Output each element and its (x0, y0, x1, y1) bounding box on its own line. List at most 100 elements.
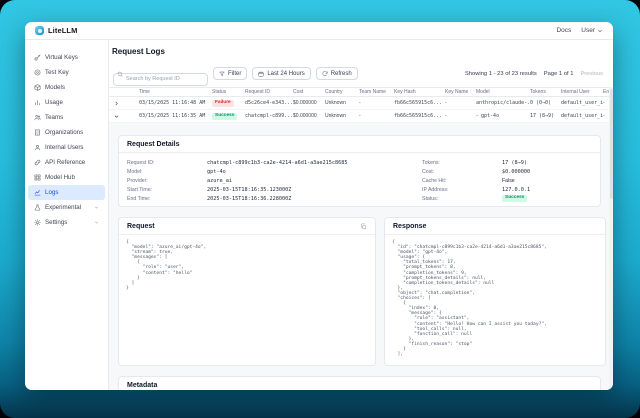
brand-title: LiteLLM (48, 26, 77, 35)
key-icon (34, 54, 41, 61)
request-details-title: Request Details (127, 141, 180, 148)
start-time-value: 2025-03-15T18:16:35.123000Z (207, 187, 291, 193)
litellm-logo-icon (35, 26, 44, 35)
filter-funnel-icon (219, 71, 225, 77)
sidebar-item-organizations[interactable]: Organizations (28, 125, 105, 140)
user-icon (34, 144, 41, 151)
link-icon (34, 159, 41, 166)
filter-button[interactable]: Filter (213, 67, 247, 80)
status-badge: Failure (212, 100, 234, 107)
sidebar-item-model-hub[interactable]: Model Hub (28, 170, 105, 185)
provider-value: azure_ai (207, 178, 232, 184)
response-panel: Response { "id": "chatcmpl-c899c1b3-ca2e… (384, 217, 606, 366)
cell-team-name: - (359, 113, 394, 119)
refresh-button[interactable]: Refresh (316, 67, 358, 80)
chevron-down-icon (94, 220, 99, 225)
sidebar-item-models[interactable]: Models (28, 80, 105, 95)
col-tokens: Tokens (530, 89, 561, 95)
sidebar-item-teams[interactable]: Teams (28, 110, 105, 125)
chevron-down-icon (597, 28, 603, 34)
refresh-icon (322, 71, 328, 77)
col-internal-user: Internal User (561, 89, 603, 95)
screenshot-stage: LiteLLM Docs User Virtual Keys (0, 0, 640, 418)
request-id-value: chatcmpl-c899c1b3-ca2e-4214-a6d1-a3ae215… (207, 160, 348, 166)
chevron-down-icon[interactable] (109, 114, 139, 119)
sidebar-item-settings[interactable]: Settings (28, 215, 105, 230)
teams-icon (34, 114, 41, 121)
cell-internal-user: default_user_id (561, 100, 603, 106)
sidebar-item-label: API Reference (45, 159, 85, 166)
copy-icon[interactable] (360, 223, 367, 230)
details-right-column: Tokens:17 (8→9) Cost:$0.000000 Cache Hit… (422, 158, 594, 203)
search-input[interactable] (113, 73, 208, 86)
vertical-scrollbar[interactable] (609, 87, 613, 390)
cell-cost: $0.000000 (293, 100, 325, 106)
sidebar-item-label: Organizations (45, 129, 83, 136)
table-row[interactable]: 03/15/2025 11:16:48 AM Failure d5c26ce4-… (109, 97, 613, 110)
metadata-panel: Metadata (118, 376, 601, 390)
request-details-card: Request Details Request ID:chatcmpl-c899… (118, 135, 601, 207)
cell-model: ←gpt-4o (476, 113, 530, 119)
cell-tokens: 17 (8→9) (530, 113, 561, 119)
sidebar-item-internal-users[interactable]: Internal Users (28, 140, 105, 155)
cost-label: Cost: (422, 169, 502, 175)
status-badge: Success (502, 195, 527, 202)
sidebar-item-experimental[interactable]: Experimental (28, 200, 105, 215)
cell-key-name: - (445, 113, 476, 119)
request-panel: Request { "model": "azure_ai/gpt-4o", "s… (118, 217, 376, 366)
sidebar-item-logs[interactable]: Logs (28, 185, 105, 200)
cell-key-hash: fb66c565915c6... (394, 100, 445, 106)
flask-icon (34, 204, 41, 211)
start-time-label: Start Time: (127, 187, 207, 193)
gear-icon (34, 219, 41, 226)
cell-country: Unknown (325, 100, 359, 106)
sidebar-item-label: Test Key (45, 69, 69, 76)
time-range-button-label: Last 24 Hours (267, 71, 304, 77)
docs-link[interactable]: Docs (556, 27, 571, 34)
logs-chart-icon (34, 189, 41, 196)
expanded-log-details: Request Details Request ID:chatcmpl-c899… (109, 123, 613, 390)
grid-icon (34, 174, 41, 181)
logs-toolbar: Filter Last 24 Hours Refresh Showing 1 -… (113, 66, 609, 81)
sidebar-item-api-reference[interactable]: API Reference (28, 155, 105, 170)
sidebar-item-label: Settings (45, 219, 67, 226)
user-menu[interactable]: User (581, 27, 603, 34)
refresh-button-label: Refresh (331, 71, 352, 77)
time-range-button[interactable]: Last 24 Hours (252, 67, 310, 80)
cell-country: Unknown (325, 113, 359, 119)
metadata-panel-title: Metadata (127, 382, 157, 389)
sidebar-item-virtual-keys[interactable]: Virtual Keys (28, 50, 105, 65)
response-json: { "id": "chatcmpl-c899c1b3-ca2e-4214-a6d… (385, 235, 605, 362)
sidebar-item-test-key[interactable]: Test Key (28, 65, 105, 80)
request-details-header: Request Details (119, 136, 600, 153)
cell-time: 03/15/2025 11:16:35 AM (139, 113, 212, 119)
sidebar-item-label: Virtual Keys (45, 54, 78, 61)
cell-request-id: chatcmpl-c899... (245, 113, 293, 119)
sidebar-item-usage[interactable]: Usage (28, 95, 105, 110)
sidebar-item-label: Internal Users (45, 144, 84, 151)
details-left-column: Request ID:chatcmpl-c899c1b3-ca2e-4214-a… (127, 158, 407, 203)
logs-table: Time Status Request ID Cost Country Team… (109, 87, 613, 123)
table-header-row: Time Status Request ID Cost Country Team… (109, 87, 613, 97)
previous-page-button[interactable]: Previous (580, 71, 603, 77)
cell-internal-user: default_user_id (561, 113, 603, 119)
response-panel-title: Response (393, 223, 426, 230)
scrollbar-thumb[interactable] (610, 89, 613, 199)
top-navbar: LiteLLM Docs User (25, 22, 613, 40)
user-menu-label: User (581, 27, 595, 34)
sidebar-item-label: Logs (45, 189, 58, 196)
table-row-expanded[interactable]: 03/15/2025 11:16:35 AM Success chatcmpl-… (109, 110, 613, 123)
filter-button-label: Filter (228, 71, 241, 77)
model-route-icon: ← (476, 113, 479, 119)
search-icon (117, 71, 123, 77)
col-key-name: Key Name (445, 89, 476, 95)
status-badge: Success (212, 113, 237, 120)
cell-tokens: 0 (0→0) (530, 100, 561, 106)
chevron-right-icon[interactable] (109, 101, 139, 106)
cell-team-name: - (359, 100, 394, 106)
cell-cost: $0.000000 (293, 113, 325, 119)
cache-hit-label: Cache Hit: (422, 178, 502, 184)
ip-address-value: 127.0.0.1 (502, 187, 530, 193)
col-country: Country (325, 89, 359, 95)
sidebar-item-label: Usage (45, 99, 63, 106)
